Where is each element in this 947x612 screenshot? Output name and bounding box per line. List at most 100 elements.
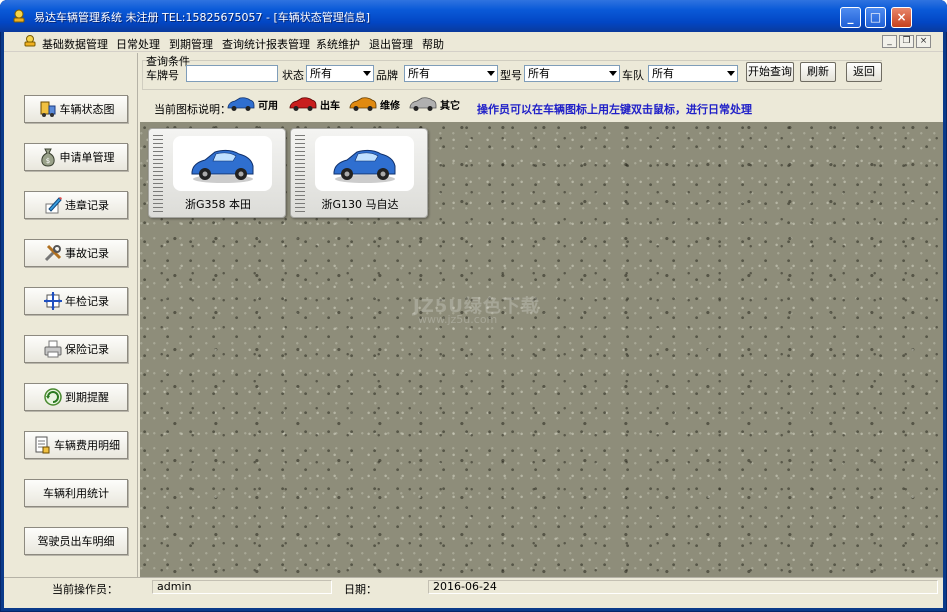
menu-bar: 基础数据管理 日常处理 到期管理 查询统计报表管理 系统维护 退出管理 帮助 _… [4, 32, 943, 52]
vehicle-plate: 浙G130 马自达 [321, 198, 399, 211]
plate-input[interactable] [186, 65, 278, 82]
client-area: 基础数据管理 日常处理 到期管理 查询统计报表管理 系统维护 退出管理 帮助 _… [4, 32, 943, 608]
sidebar-item-expiry-reminder[interactable]: 到期提醒 [24, 383, 128, 411]
model-select-value: 所有 [528, 67, 550, 80]
query-panel: 查询条件 车牌号 状态 所有 品牌 所有 型号 所有 车队 所有 开始查询 刷新… [140, 53, 943, 121]
brand-select[interactable]: 所有 [404, 65, 498, 82]
vehicle-photo [173, 136, 272, 191]
date-value: 2016-06-24 [428, 580, 938, 594]
dropdown-arrow-icon [609, 71, 617, 76]
dropdown-arrow-icon [363, 71, 371, 76]
close-button[interactable]: × [891, 7, 912, 28]
operator-value: admin [152, 580, 332, 594]
legend-repair: 维修 [348, 95, 400, 113]
status-label: 状态 [282, 69, 304, 82]
refresh-icon [44, 388, 62, 406]
tools-icon [44, 244, 62, 262]
window-title: 易达车辆管理系统 未注册 TEL:15825675057 - [车辆状态管理信息… [34, 11, 371, 24]
legend-available: 可用 [226, 95, 278, 113]
sidebar-item-applications[interactable]: $ 申请单管理 [24, 143, 128, 171]
legend-other: 其它 [408, 95, 460, 113]
title-bar[interactable]: 易达车辆管理系统 未注册 TEL:15825675057 - [车辆状态管理信息… [0, 0, 947, 32]
search-button[interactable]: 开始查询 [746, 62, 794, 82]
car-available-icon [191, 149, 254, 183]
plate-label: 车牌号 [146, 69, 179, 82]
legend-item-label: 其它 [440, 100, 460, 112]
sidebar-item-label: 车辆状态图 [59, 103, 115, 116]
sidebar-item-label: 车辆利用统计 [43, 487, 109, 500]
minimize-button[interactable]: _ [840, 7, 861, 28]
vehicle-photo [315, 136, 414, 191]
money-bag-icon: $ [40, 148, 55, 167]
sidebar-item-insurance[interactable]: 保险记录 [24, 335, 128, 363]
legend-out: 出车 [288, 95, 340, 113]
team-label: 车队 [622, 69, 644, 82]
menu-reports[interactable]: 查询统计报表管理 [222, 36, 310, 52]
car-available-icon [227, 97, 255, 111]
sidebar-item-label: 违章记录 [65, 199, 109, 212]
sidebar-item-driver-trips[interactable]: 驾驶员出车明细 [24, 527, 128, 555]
legend-item-label: 维修 [380, 100, 400, 112]
dropdown-arrow-icon [727, 71, 735, 76]
car-other-icon [409, 97, 437, 111]
status-select[interactable]: 所有 [306, 65, 374, 82]
legend-label: 当前图标说明： [154, 103, 231, 116]
refresh-button[interactable]: 刷新 [800, 62, 836, 82]
document-icon [35, 436, 50, 454]
menu-basic-data[interactable]: 基础数据管理 [42, 36, 108, 52]
mdi-restore-button[interactable]: ❐ [899, 35, 914, 48]
back-button[interactable]: 返回 [846, 62, 882, 82]
sidebar-item-label: 保险记录 [65, 343, 109, 356]
brand-label: 品牌 [376, 69, 398, 82]
truck-icon [40, 101, 55, 117]
sidebar-item-violations[interactable]: 违章记录 [24, 191, 128, 219]
mdi-minimize-button[interactable]: _ [882, 35, 897, 48]
operation-hint: 操作员可以在车辆图标上用左键双击鼠标，进行日常处理 [477, 103, 752, 116]
date-label: 日期： [344, 583, 377, 596]
legend-item-label: 可用 [258, 100, 278, 112]
menu-daily[interactable]: 日常处理 [116, 36, 160, 52]
team-select[interactable]: 所有 [648, 65, 738, 82]
sidebar-item-label: 事故记录 [65, 247, 109, 260]
car-available-icon [333, 149, 396, 183]
sidebar-item-usage-stats[interactable]: 车辆利用统计 [24, 479, 128, 507]
vehicle-status-canvas: JZ5U绿色下载 www.jz5u.com 浙G358 本田 浙G130 马自达 [140, 122, 943, 577]
sidebar-item-inspections[interactable]: 年检记录 [24, 287, 128, 315]
sidebar-item-vehicle-status[interactable]: 车辆状态图 [24, 95, 128, 123]
inspection-icon [44, 292, 62, 310]
sidebar-item-accidents[interactable]: 事故记录 [24, 239, 128, 267]
svg-text:$: $ [45, 157, 49, 165]
legend-item-label: 出车 [320, 100, 340, 112]
status-select-value: 所有 [310, 67, 332, 80]
app-window: 易达车辆管理系统 未注册 TEL:15825675057 - [车辆状态管理信息… [0, 0, 947, 612]
sidebar-item-label: 车辆费用明细 [54, 439, 120, 452]
pencil-icon [45, 197, 62, 214]
printer-icon [44, 340, 62, 358]
vehicle-card[interactable]: 浙G130 马自达 [290, 128, 428, 218]
watermark-url: www.jz5u.com [418, 313, 498, 326]
sidebar: 车辆状态图 $ 申请单管理 违章记录 事故记录 年检记录 保险记录 到期提醒 车… [4, 53, 138, 577]
maximize-button[interactable]: □ [865, 7, 886, 28]
car-repair-icon [349, 97, 377, 111]
vehicle-card[interactable]: 浙G358 本田 [148, 128, 286, 218]
sidebar-item-vehicle-costs[interactable]: 车辆费用明细 [24, 431, 128, 459]
model-select[interactable]: 所有 [524, 65, 620, 82]
menu-expiry[interactable]: 到期管理 [169, 36, 213, 52]
sidebar-item-label: 驾驶员出车明细 [37, 535, 115, 548]
dropdown-arrow-icon [487, 71, 495, 76]
car-out-icon [289, 97, 317, 111]
app-logo-icon [13, 9, 25, 23]
sidebar-item-label: 年检记录 [65, 295, 109, 308]
menu-help[interactable]: 帮助 [422, 36, 444, 52]
menu-exit[interactable]: 退出管理 [369, 36, 413, 52]
team-select-value: 所有 [652, 67, 674, 80]
menu-system[interactable]: 系统维护 [316, 36, 360, 52]
brand-select-value: 所有 [408, 67, 430, 80]
model-label: 型号 [500, 69, 522, 82]
sidebar-item-label: 申请单管理 [59, 151, 115, 164]
mdi-child-icon[interactable] [24, 35, 36, 47]
sidebar-item-label: 到期提醒 [65, 391, 109, 404]
operator-label: 当前操作员： [52, 583, 118, 596]
mdi-close-button[interactable]: × [916, 35, 931, 48]
vehicle-plate: 浙G358 本田 [184, 198, 252, 211]
